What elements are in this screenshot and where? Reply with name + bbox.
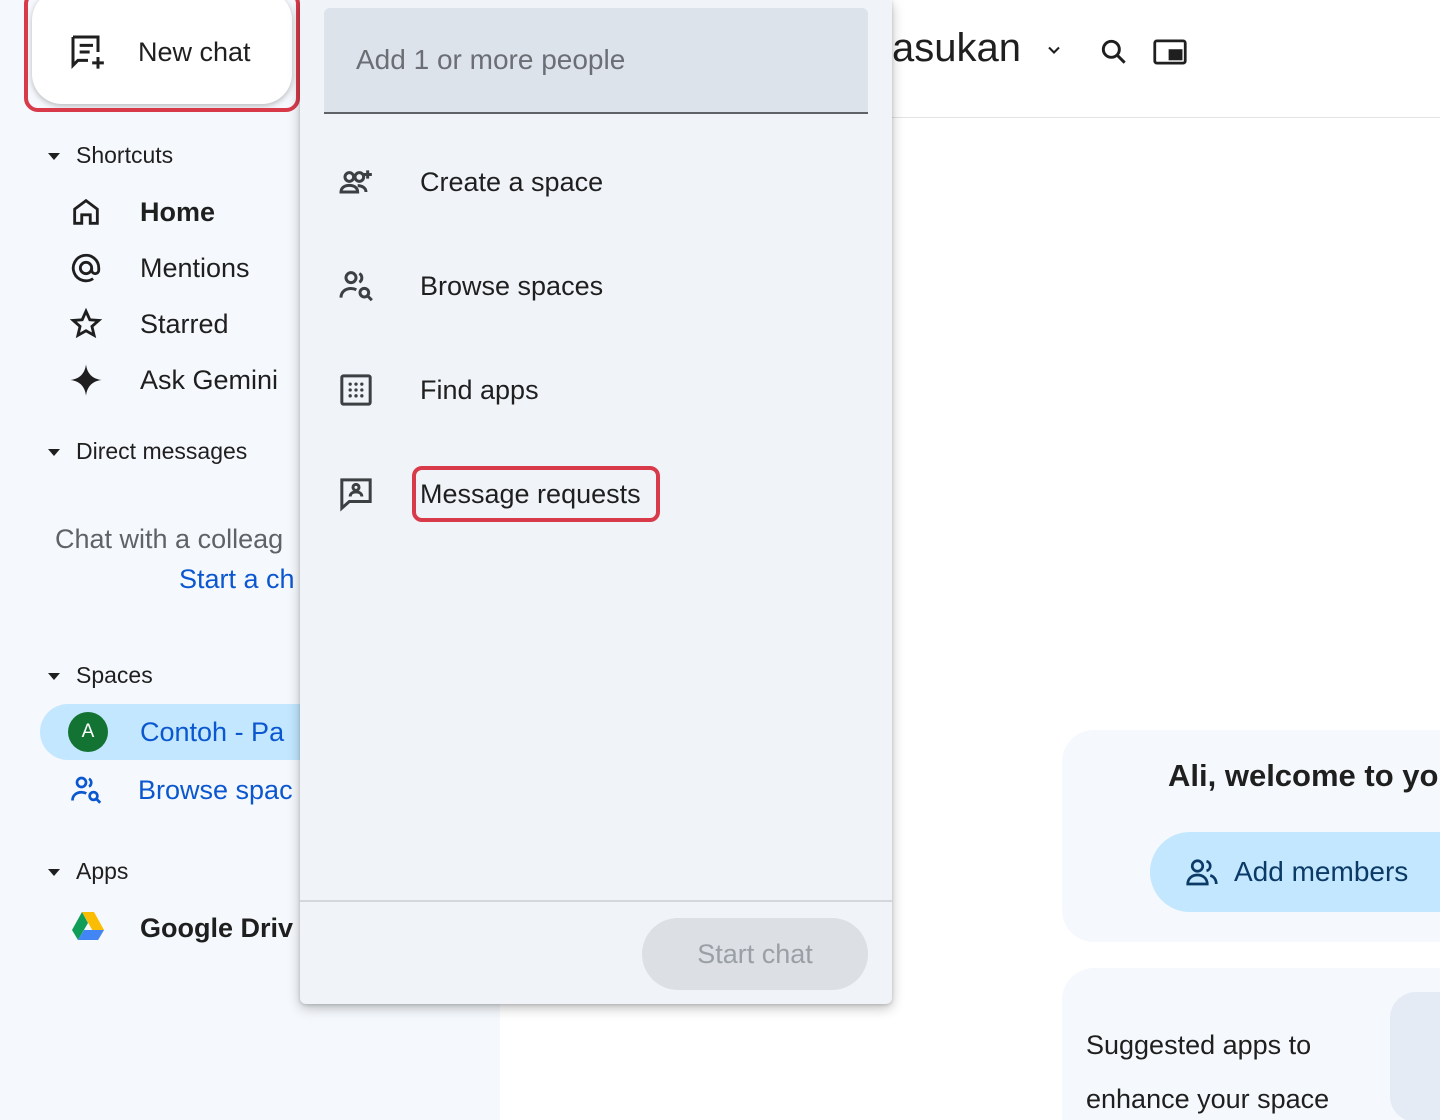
add-members-button[interactable]: Add members xyxy=(1150,832,1440,912)
menu-item-browse-spaces[interactable]: Browse spaces xyxy=(300,246,892,326)
group-search-icon xyxy=(334,264,378,308)
group-search-icon xyxy=(71,776,102,804)
at-icon xyxy=(66,248,106,288)
start-a-chat-link[interactable]: Start a ch xyxy=(179,564,295,595)
message-requests-highlight-box xyxy=(412,466,660,522)
suggested-app-thumbnail[interactable] xyxy=(1390,992,1440,1120)
caret-down-icon xyxy=(48,869,60,876)
sidebar-item-label: Ask Gemini xyxy=(140,364,279,395)
apps-label: Apps xyxy=(76,858,129,884)
menu-item-label: Browse spaces xyxy=(420,270,604,301)
google-drive-icon xyxy=(72,912,104,940)
apps-header[interactable]: Apps xyxy=(48,858,128,885)
home-icon xyxy=(66,192,106,232)
sidebar-item-label: Mentions xyxy=(140,252,250,283)
sidebar-item-ask-gemini[interactable]: Ask Gemini xyxy=(66,360,278,400)
app-name: Google Driv xyxy=(140,912,294,943)
suggested-apps-text: Suggested apps to enhance your space xyxy=(1086,1030,1330,1114)
caret-down-icon xyxy=(48,449,60,456)
menu-item-create-space[interactable]: Create a space xyxy=(300,142,892,222)
shortcuts-header[interactable]: Shortcuts xyxy=(48,142,173,169)
menu-item-find-apps[interactable]: Find apps xyxy=(300,350,892,430)
sidebar-item-label: Home xyxy=(140,196,216,227)
spaces-header[interactable]: Spaces xyxy=(48,662,153,689)
add-people-icon xyxy=(1186,859,1218,886)
chevron-down-icon[interactable] xyxy=(1044,40,1064,60)
add-members-label: Add members xyxy=(1234,856,1409,887)
start-chat-button[interactable]: Start chat xyxy=(642,918,868,990)
direct-messages-label: Direct messages xyxy=(76,438,248,464)
sidebar-browse-spaces[interactable]: Browse spac xyxy=(68,770,293,810)
new-chat-menu: Create a space Browse spaces Find apps xyxy=(300,0,892,1004)
sidebar-item-label: Starred xyxy=(140,308,229,339)
welcome-card: Ali, welcome to yo Add members xyxy=(1062,730,1440,942)
space-name: Contoh - Pa xyxy=(140,716,285,747)
picture-in-picture-icon[interactable] xyxy=(1152,36,1188,68)
gemini-sparkle-icon xyxy=(66,360,106,400)
shortcuts-label: Shortcuts xyxy=(76,142,174,168)
menu-divider xyxy=(300,900,892,902)
dm-empty-text: Chat with a colleag xyxy=(55,524,284,554)
star-icon xyxy=(66,304,106,344)
avatar: A xyxy=(68,712,108,752)
apps-grid-icon xyxy=(334,368,378,412)
suggested-apps-card: Suggested apps to enhance your space xyxy=(1062,968,1440,1120)
direct-messages-header[interactable]: Direct messages xyxy=(48,438,247,465)
message-request-icon xyxy=(334,472,378,516)
sidebar-item-mentions[interactable]: Mentions xyxy=(66,248,250,288)
add-people-input[interactable] xyxy=(324,8,868,114)
page-title[interactable]: asukan xyxy=(892,26,1021,71)
sidebar-item-home[interactable]: Home xyxy=(66,192,215,232)
sidebar-item-google-drive[interactable]: Google Driv xyxy=(68,908,293,948)
caret-down-icon xyxy=(48,153,60,160)
search-icon[interactable] xyxy=(1098,36,1130,68)
new-chat-highlight-box xyxy=(24,0,300,112)
welcome-text: Ali, welcome to yo xyxy=(1168,758,1439,793)
group-add-icon xyxy=(334,160,378,204)
menu-item-label: Create a space xyxy=(420,166,604,197)
spaces-label: Spaces xyxy=(76,662,153,688)
browse-spaces-label: Browse spac xyxy=(138,774,293,805)
menu-item-label: Find apps xyxy=(420,374,539,405)
sidebar-item-starred[interactable]: Starred xyxy=(66,304,229,344)
caret-down-icon xyxy=(48,673,60,680)
